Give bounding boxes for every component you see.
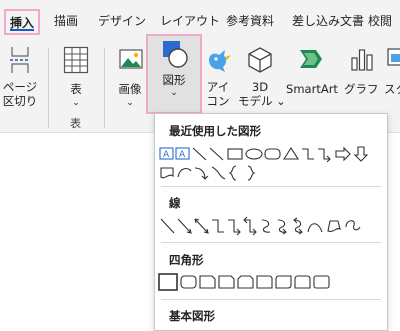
rectangle-shape[interactable]	[227, 148, 243, 160]
icons-icon	[209, 50, 231, 72]
line-shape[interactable]	[192, 147, 207, 161]
shapes-button[interactable]: 図形 ⌄	[146, 34, 202, 114]
picture-chevron-down-icon: ⌄	[126, 98, 134, 108]
elbow-connector-shape[interactable]	[212, 219, 224, 233]
basic-shapes-title: 基本図形	[169, 309, 215, 323]
page-break-label-2: 区切り	[2, 94, 38, 108]
page-break-button[interactable]: ページ 区切り	[2, 44, 38, 114]
lines-row[interactable]	[158, 215, 384, 237]
cube-icon	[248, 47, 272, 73]
curved-arrow-connector-shape[interactable]	[277, 219, 287, 235]
screenshot-button[interactable]: スク	[382, 44, 400, 114]
icons-label-1: アイ	[206, 80, 230, 94]
tab-review[interactable]: 校閲	[368, 9, 392, 35]
rounded-rectangle-shape[interactable]	[180, 275, 197, 289]
recent-shapes-row-2[interactable]	[158, 163, 384, 183]
smartart-label: SmartArt	[286, 82, 338, 96]
section-divider	[161, 242, 381, 243]
scribble-shape[interactable]	[345, 220, 361, 231]
curved-connector-shape[interactable]	[261, 219, 271, 233]
chart-icon	[351, 49, 373, 71]
snip-diagonal-rectangle-shape[interactable]	[218, 275, 235, 289]
chart-button[interactable]: グラフ	[344, 44, 379, 114]
freeform-shape[interactable]	[327, 220, 341, 232]
section-divider	[161, 186, 381, 187]
down-arrow-shape[interactable]	[353, 146, 369, 162]
ribbon-separator	[104, 48, 105, 128]
rectangles-title: 四角形	[169, 253, 204, 267]
shapes-label: 図形	[162, 73, 186, 87]
recent-shapes-row-1[interactable]: A A	[158, 144, 384, 164]
shapes-chevron-down-icon: ⌄	[170, 88, 178, 98]
3d-models-button[interactable]: 3D モデル ⌄	[238, 44, 286, 114]
table-button[interactable]: 表 ⌄	[56, 44, 96, 114]
page-break-label-1: ページ	[2, 80, 38, 94]
active-tab-underline	[10, 29, 35, 31]
triangle-shape[interactable]	[282, 146, 300, 160]
round-same-side-rectangle-shape[interactable]	[294, 275, 311, 289]
rectangles-row[interactable]	[158, 272, 384, 294]
3d-models-label-2: モデル ⌄	[238, 94, 286, 108]
document-shape[interactable]	[160, 167, 174, 179]
elbow-arrow-connector-shape[interactable]	[318, 148, 331, 163]
elbow-arrow-connector-shape[interactable]	[228, 219, 241, 236]
table-chevron-down-icon: ⌄	[72, 98, 80, 108]
picture-button[interactable]: 画像 ⌄	[112, 44, 148, 114]
tab-insert[interactable]: 挿入	[4, 9, 41, 35]
shapes-dropdown: 最近使用した図形 A A 線 四角形 基本図形	[154, 113, 388, 331]
table-icon	[63, 46, 89, 74]
snip-same-side-rectangle-shape[interactable]	[237, 275, 254, 289]
recent-shapes-title: 最近使用した図形	[169, 124, 261, 138]
screenshot-label: スク	[384, 82, 400, 96]
icons-button[interactable]: アイ コン	[200, 44, 236, 114]
rectangle-shape-selected[interactable]	[158, 273, 178, 291]
curve-shape[interactable]	[307, 223, 323, 233]
section-divider	[161, 299, 381, 300]
table-label: 表	[70, 82, 82, 96]
shapes-icon	[163, 41, 188, 68]
svg-text:A: A	[163, 150, 170, 160]
tab-design[interactable]: デザイン	[98, 9, 146, 35]
line-shape[interactable]	[160, 218, 175, 234]
vertical-text-box-shape[interactable]: A	[175, 147, 190, 160]
lines-title: 線	[169, 196, 181, 210]
table-group-label: 表	[70, 117, 81, 130]
picture-icon	[119, 49, 143, 69]
line-shape[interactable]	[209, 147, 224, 161]
round-corner-rectangle-shape[interactable]	[256, 275, 273, 289]
oval-shape[interactable]	[245, 148, 263, 160]
tab-references[interactable]: 参考資料	[226, 9, 274, 35]
chart-label: グラフ	[344, 82, 379, 96]
curve-shape[interactable]	[211, 166, 226, 180]
elbow-connector-shape[interactable]	[302, 148, 314, 160]
smartart-icon	[300, 50, 322, 68]
3d-models-label-1: 3D	[251, 80, 269, 94]
snip-corner-rectangle-shape[interactable]	[199, 275, 216, 289]
tab-insert-label: 挿入	[10, 16, 35, 30]
arrow-line-shape[interactable]	[177, 218, 192, 234]
text-box-shape[interactable]: A	[159, 147, 174, 160]
round-diagonal-rectangle-shape[interactable]	[275, 275, 292, 289]
curved-arrow-shape[interactable]	[194, 167, 209, 180]
page-break-icon	[10, 47, 30, 73]
plaque-shape[interactable]	[313, 275, 330, 289]
ribbon-separator	[48, 48, 49, 128]
icons-label-2: コン	[206, 94, 230, 108]
right-brace-shape[interactable]	[247, 165, 256, 181]
elbow-double-arrow-connector-shape[interactable]	[243, 216, 257, 236]
double-arrow-line-shape[interactable]	[194, 218, 209, 234]
curved-double-arrow-connector-shape[interactable]	[293, 217, 303, 235]
left-brace-shape[interactable]	[228, 165, 237, 181]
picture-label: 画像	[118, 82, 142, 96]
smartart-button[interactable]: SmartArt	[282, 44, 342, 114]
tab-draw[interactable]: 描画	[54, 9, 78, 35]
rounded-rectangle-shape[interactable]	[264, 148, 281, 160]
tab-mailings[interactable]: 差し込み文書	[292, 9, 364, 35]
tab-layout[interactable]: レイアウト	[160, 9, 220, 35]
arc-shape[interactable]	[177, 167, 192, 178]
screenshot-icon	[387, 48, 400, 66]
svg-text:A: A	[179, 150, 186, 160]
right-arrow-shape[interactable]	[335, 146, 351, 162]
